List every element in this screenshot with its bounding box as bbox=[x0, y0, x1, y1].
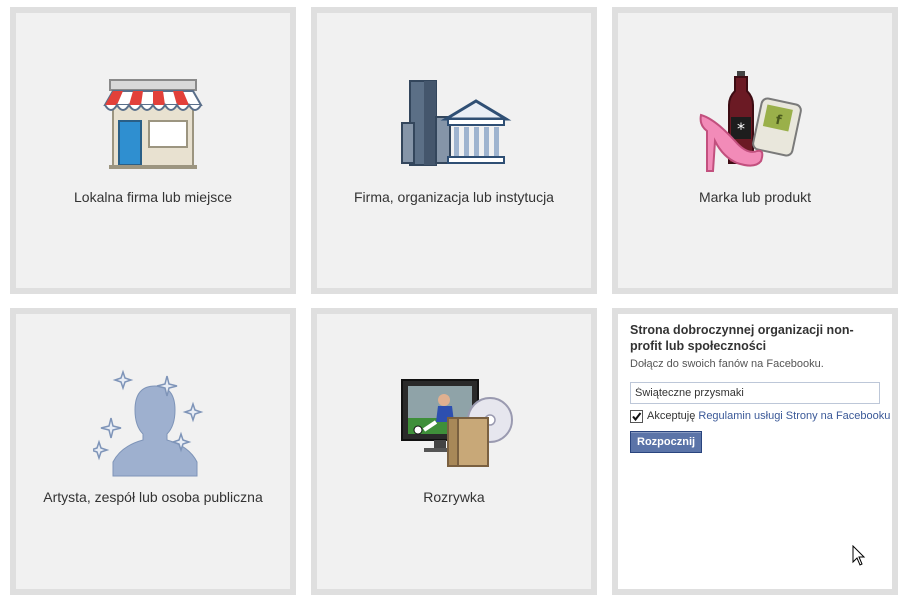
checkmark-icon bbox=[632, 412, 642, 422]
entertainment-icon bbox=[401, 379, 513, 467]
category-brand-product[interactable]: * f Marka lub produkt bbox=[612, 7, 898, 294]
category-label: Marka lub produkt bbox=[698, 189, 812, 205]
terms-link[interactable]: Regulamin usługi Strony na Facebooku bbox=[698, 410, 890, 422]
form-title: Strona dobroczynnej organizacji non-prof… bbox=[630, 323, 854, 353]
start-button[interactable]: Rozpocznij bbox=[630, 431, 703, 453]
category-local-business[interactable]: Lokalna firma lub miejsce bbox=[10, 7, 296, 294]
mouse-cursor-icon bbox=[852, 545, 866, 566]
category-artist-public-figure[interactable]: Artysta, zespół lub osoba publiczna bbox=[10, 308, 296, 595]
category-company[interactable]: Firma, organizacja lub instytucja bbox=[311, 7, 597, 294]
category-label: Rozrywka bbox=[423, 489, 485, 505]
public-figure-icon bbox=[93, 369, 204, 477]
category-label: Lokalna firma lub miejsce bbox=[74, 189, 232, 205]
svg-text:*: * bbox=[737, 119, 745, 138]
buildings-icon bbox=[401, 80, 512, 166]
terms-checkbox[interactable] bbox=[630, 410, 643, 423]
terms-prefix: Akceptuję bbox=[647, 410, 699, 422]
terms-text: Akceptuję Regulamin usługi Strony na Fac… bbox=[647, 410, 890, 422]
products-icon: * f bbox=[699, 71, 802, 172]
form-subtitle: Dołącz do swoich fanów na Facebooku. bbox=[630, 358, 824, 370]
storefront-icon bbox=[103, 79, 203, 169]
category-label: Firma, organizacja lub instytucja bbox=[354, 189, 554, 205]
category-label: Artysta, zespół lub osoba publiczna bbox=[43, 489, 263, 505]
category-entertainment[interactable]: Rozrywka bbox=[311, 308, 597, 595]
page-name-input[interactable] bbox=[630, 382, 880, 404]
